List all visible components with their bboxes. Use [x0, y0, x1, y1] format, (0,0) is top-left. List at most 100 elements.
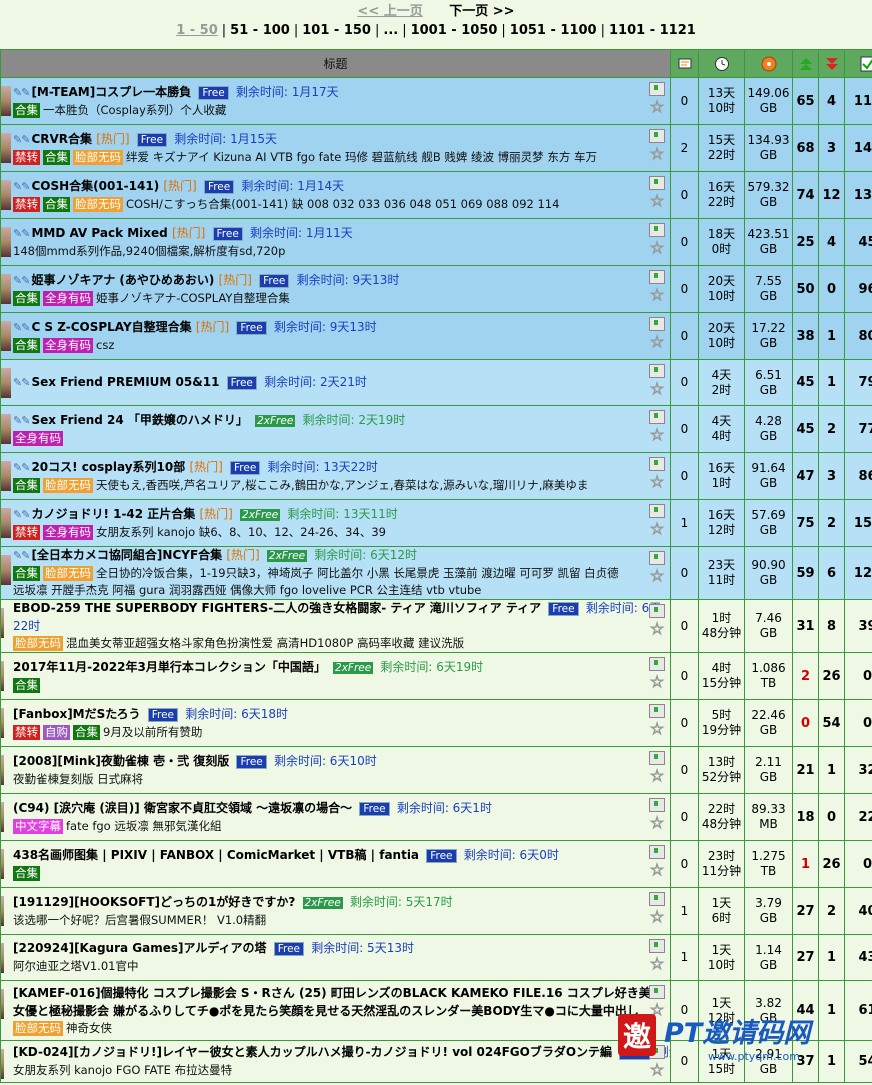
torrent-title-link[interactable]: (C94) [涙穴庵 (涙目)] 衛宮家不貞肛交領域 ～遠坂凛の場合～: [13, 801, 352, 815]
bookmark-star-icon[interactable]: ☆: [648, 474, 666, 489]
leechers-count[interactable]: 4: [819, 78, 845, 125]
header-completed[interactable]: [845, 50, 872, 78]
leechers-count[interactable]: 0: [819, 794, 845, 841]
completed-count[interactable]: 43: [845, 935, 872, 981]
seeders-count[interactable]: 47: [793, 453, 819, 500]
bookmark-star-icon[interactable]: ☆: [648, 768, 666, 783]
download-icon[interactable]: [649, 223, 665, 237]
download-icon[interactable]: [649, 798, 665, 812]
torrent-title-link[interactable]: Sex Friend PREMIUM 05&11: [31, 375, 219, 389]
comments-count[interactable]: 0: [671, 747, 699, 794]
seeders-count[interactable]: 68: [793, 125, 819, 172]
completed-count[interactable]: 40: [845, 888, 872, 935]
download-icon[interactable]: [649, 176, 665, 190]
header-leechers[interactable]: [819, 50, 845, 78]
download-icon[interactable]: [649, 845, 665, 859]
next-page-link[interactable]: 下一页 >>: [449, 4, 514, 19]
page-link[interactable]: 1051 - 1100: [510, 23, 597, 38]
bookmark-star-icon[interactable]: ☆: [648, 956, 666, 971]
completed-count[interactable]: 86: [845, 453, 872, 500]
bookmark-star-icon[interactable]: ☆: [648, 621, 666, 636]
seeders-count[interactable]: 31: [793, 600, 819, 653]
torrent-title-link[interactable]: [全日本カメコ協同組合]NCYF合集: [31, 548, 222, 562]
leechers-count[interactable]: 3: [819, 453, 845, 500]
bookmark-star-icon[interactable]: ☆: [648, 909, 666, 924]
bookmark-star-icon[interactable]: ☆: [648, 146, 666, 161]
completed-count[interactable]: 80: [845, 313, 872, 360]
leechers-count[interactable]: 26: [819, 653, 845, 700]
seeders-count[interactable]: 75: [793, 500, 819, 547]
download-icon[interactable]: [649, 751, 665, 765]
torrent-title-link[interactable]: 姫事ノゾキアナ (あやひめあおい): [31, 273, 214, 287]
torrent-title-link[interactable]: カノジョドリ! 1-42 正片合集: [31, 507, 195, 521]
leechers-count[interactable]: 1: [819, 935, 845, 981]
completed-count[interactable]: 45: [845, 219, 872, 266]
bookmark-star-icon[interactable]: ☆: [648, 721, 666, 736]
bookmark-star-icon[interactable]: ☆: [648, 521, 666, 536]
torrent-title-link[interactable]: 438名画师图集 | PIXIV | FANBOX | ComicMarket …: [13, 848, 419, 862]
leechers-count[interactable]: 3: [819, 125, 845, 172]
bookmark-star-icon[interactable]: ☆: [648, 334, 666, 349]
completed-count[interactable]: 144: [845, 125, 872, 172]
prev-page-link[interactable]: << 上一页: [357, 4, 422, 19]
bookmark-star-icon[interactable]: ☆: [648, 815, 666, 830]
download-icon[interactable]: [649, 604, 665, 618]
header-time[interactable]: [699, 50, 745, 78]
leechers-count[interactable]: 26: [819, 841, 845, 888]
seeders-count[interactable]: 65: [793, 78, 819, 125]
bookmark-star-icon[interactable]: ☆: [648, 568, 666, 583]
bookmark-star-icon[interactable]: ☆: [648, 427, 666, 442]
seeders-count[interactable]: 27: [793, 935, 819, 981]
torrent-title-link[interactable]: C S Z-COSPLAY自整理合集: [31, 320, 191, 334]
torrent-title-link[interactable]: [KAMEF-016]個撮特化 コスプレ撮影会 S・Rさん (25) 町田レンズ…: [13, 986, 663, 1000]
comments-count[interactable]: 0: [671, 219, 699, 266]
torrent-title-link[interactable]: EBOD-259 THE SUPERBODY FIGHTERS-二人の強き女格闘…: [13, 601, 541, 615]
completed-count[interactable]: 0: [845, 653, 872, 700]
download-icon[interactable]: [649, 317, 665, 331]
completed-count[interactable]: 137: [845, 172, 872, 219]
seeders-count[interactable]: 0: [793, 700, 819, 747]
download-icon[interactable]: [649, 939, 665, 953]
download-icon[interactable]: [649, 892, 665, 906]
bookmark-star-icon[interactable]: ☆: [648, 862, 666, 877]
completed-count[interactable]: 0: [845, 841, 872, 888]
bookmark-star-icon[interactable]: ☆: [648, 240, 666, 255]
leechers-count[interactable]: 1: [819, 360, 845, 406]
header-title[interactable]: 标题: [1, 50, 671, 78]
comments-count[interactable]: 0: [671, 700, 699, 747]
comments-count[interactable]: 0: [671, 313, 699, 360]
comments-count[interactable]: 0: [671, 453, 699, 500]
bookmark-star-icon[interactable]: ☆: [648, 674, 666, 689]
leechers-count[interactable]: 8: [819, 600, 845, 653]
download-icon[interactable]: [649, 657, 665, 671]
comments-count[interactable]: 0: [671, 653, 699, 700]
bookmark-star-icon[interactable]: ☆: [648, 287, 666, 302]
completed-count[interactable]: 127: [845, 547, 872, 600]
page-link[interactable]: ...: [383, 23, 398, 38]
torrent-title-link[interactable]: [Fanbox]MだSたろう: [13, 707, 141, 721]
download-icon[interactable]: [649, 410, 665, 424]
page-link[interactable]: 1101 - 1121: [609, 23, 696, 38]
seeders-count[interactable]: 2: [793, 653, 819, 700]
torrent-title-link[interactable]: 2017年11月-2022年3月単行本コレクション「中国語」: [13, 660, 326, 674]
leechers-count[interactable]: 2: [819, 406, 845, 453]
comments-count[interactable]: 1: [671, 888, 699, 935]
page-link[interactable]: 101 - 150: [302, 23, 371, 38]
torrent-title-link[interactable]: CRVR合集: [31, 132, 92, 146]
leechers-count[interactable]: 12: [819, 172, 845, 219]
comments-count[interactable]: 0: [671, 360, 699, 406]
completed-count[interactable]: 22: [845, 794, 872, 841]
completed-count[interactable]: 39: [845, 600, 872, 653]
comments-count[interactable]: 0: [671, 841, 699, 888]
seeders-count[interactable]: 59: [793, 547, 819, 600]
download-icon[interactable]: [649, 457, 665, 471]
download-icon[interactable]: [649, 270, 665, 284]
comments-count[interactable]: 1: [671, 935, 699, 981]
comments-count[interactable]: 0: [671, 794, 699, 841]
seeders-count[interactable]: 45: [793, 360, 819, 406]
download-icon[interactable]: [649, 504, 665, 518]
torrent-title-link[interactable]: [220924][Kagura Games]アルディアの塔: [13, 941, 267, 955]
leechers-count[interactable]: 2: [819, 500, 845, 547]
seeders-count[interactable]: 27: [793, 888, 819, 935]
download-icon[interactable]: [649, 129, 665, 143]
